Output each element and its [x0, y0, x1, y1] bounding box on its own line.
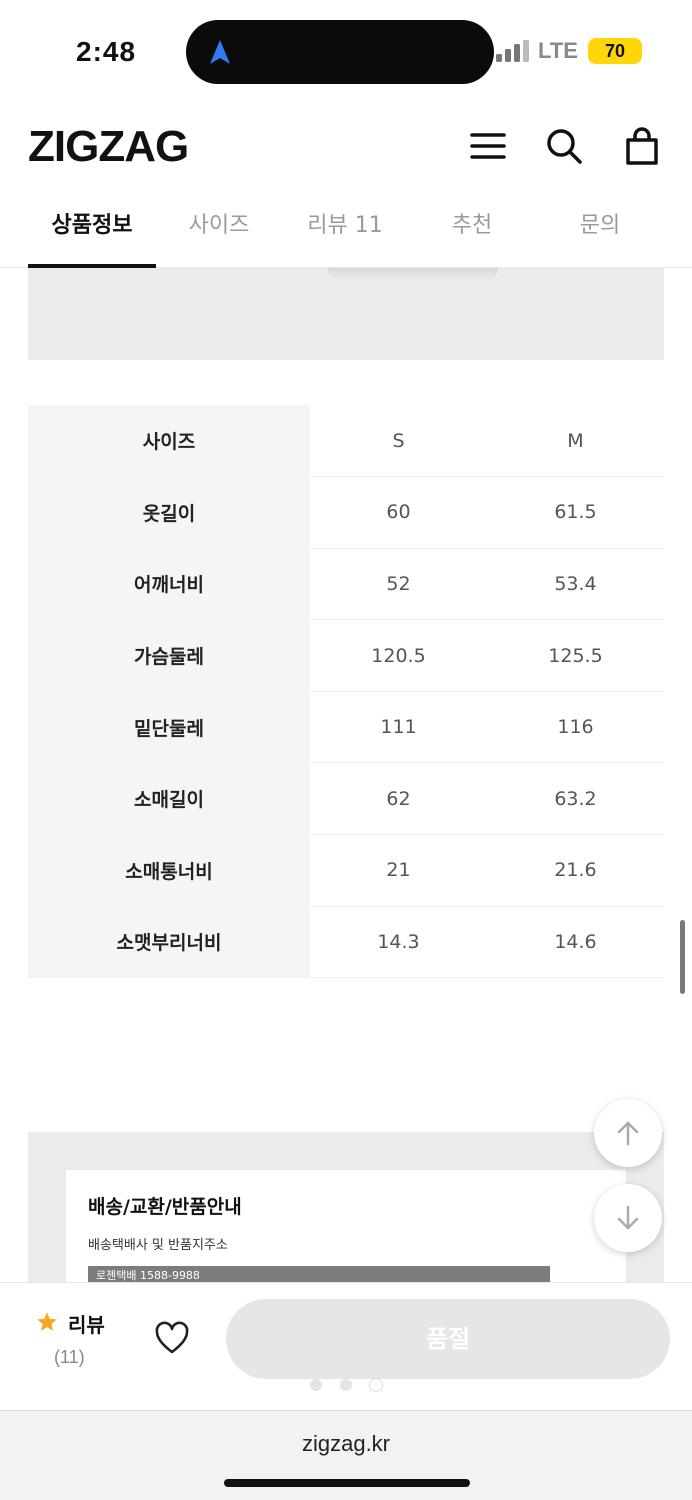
size-header-label: 사이즈	[28, 405, 310, 478]
size-cell-m: 53.4	[487, 548, 664, 621]
heart-icon[interactable]	[154, 1321, 190, 1357]
carrier-label: LTE	[538, 38, 578, 63]
scrollbar[interactable]	[680, 920, 685, 994]
size-cell-s: 111	[310, 691, 487, 764]
product-tabs: 상품정보 사이즈 리뷰 11 추천 문의	[0, 196, 692, 268]
scroll-top-button[interactable]	[594, 1099, 662, 1167]
table-row: 옷길이 60 61.5	[28, 476, 664, 549]
size-row-label: 소맷부리너비	[28, 906, 310, 979]
scroll-bottom-button[interactable]	[594, 1184, 662, 1252]
app-header: ZIGZAG	[0, 100, 692, 196]
size-cell-m: 63.2	[487, 762, 664, 836]
size-cell-s: 14.3	[310, 906, 487, 979]
tab-inquiry[interactable]: 문의	[536, 196, 664, 268]
page-dot	[340, 1379, 352, 1391]
delivery-info-section: 배송/교환/반품안내 배송택배사 및 반품지주소 로젠택배 1588-9988	[28, 1132, 664, 1284]
status-bar: 2:48 LTE 70	[0, 0, 692, 100]
size-row-label: 밑단둘레	[28, 691, 310, 764]
size-row-label: 소매통너비	[28, 834, 310, 907]
search-icon[interactable]	[544, 126, 584, 166]
soldout-button[interactable]: 품절	[226, 1299, 670, 1379]
size-cell-m: 14.6	[487, 906, 664, 979]
image-shadow	[328, 268, 498, 280]
signal-icon	[496, 40, 529, 62]
size-cell-s: 62	[310, 762, 487, 836]
star-icon	[37, 1312, 57, 1331]
size-cell-s: 52	[310, 548, 487, 621]
tab-recommend[interactable]: 추천	[408, 196, 536, 268]
size-row-label: 어깨너비	[28, 548, 310, 621]
location-arrow-icon	[210, 40, 230, 64]
table-row: 소맷부리너비 14.3 14.6	[28, 906, 664, 979]
table-row: 가슴둘레 120.5 125.5	[28, 619, 664, 692]
product-image	[28, 268, 664, 360]
size-cell-m: 125.5	[487, 619, 664, 692]
url-text[interactable]: zigzag.kr	[0, 1431, 692, 1457]
size-header-s: S	[310, 405, 487, 478]
page-dot	[310, 1379, 322, 1391]
size-cell-s: 21	[310, 834, 487, 907]
tab-size[interactable]: 사이즈	[156, 196, 282, 268]
table-row: 소매길이 62 63.2	[28, 762, 664, 836]
delivery-subtitle: 배송택배사 및 반품지주소	[88, 1238, 228, 1253]
size-cell-s: 60	[310, 476, 487, 549]
delivery-card: 배송/교환/반품안내 배송택배사 및 반품지주소 로젠택배 1588-9988	[66, 1170, 626, 1284]
size-cell-m: 21.6	[487, 834, 664, 907]
cart-icon[interactable]	[622, 126, 662, 166]
review-label[interactable]: 리뷰	[68, 1309, 105, 1338]
zigzag-logo[interactable]: ZIGZAG	[28, 122, 189, 172]
table-row: 밑단둘레 111 116	[28, 691, 664, 764]
home-indicator[interactable]	[224, 1479, 470, 1487]
size-cell-m: 116	[487, 691, 664, 764]
battery-icon: 70	[588, 38, 642, 64]
tab-product-info[interactable]: 상품정보	[28, 196, 156, 268]
size-header-m: M	[487, 405, 664, 478]
purchase-bar: 리뷰 (11) 품절	[0, 1282, 692, 1410]
size-row-label: 옷길이	[28, 476, 310, 549]
review-count[interactable]: (11)	[54, 1347, 85, 1368]
menu-icon[interactable]	[468, 126, 508, 166]
browser-url-bar[interactable]: zigzag.kr	[0, 1410, 692, 1500]
size-cell-s: 120.5	[310, 619, 487, 692]
size-cell-m: 61.5	[487, 476, 664, 549]
screen: 2:48 LTE 70 ZIGZAG 상품정보 사이즈 리뷰 11 추천 문의 …	[0, 0, 692, 1500]
status-time: 2:48	[76, 36, 137, 67]
delivery-title: 배송/교환/반품안내	[88, 1196, 242, 1218]
size-row-label: 소매길이	[28, 762, 310, 836]
size-row-label: 가슴둘레	[28, 619, 310, 692]
tab-review[interactable]: 리뷰 11	[282, 196, 408, 268]
table-row: 어깨너비 52 53.4	[28, 548, 664, 621]
table-header-row: 사이즈 S M	[28, 405, 664, 478]
table-row: 소매통너비 21 21.6	[28, 834, 664, 907]
page-dot-active	[370, 1379, 382, 1391]
size-table: 사이즈 S M 옷길이 60 61.5 어깨너비 52 53.4 가슴둘레 120.5 125.…	[28, 405, 664, 979]
arrow-up-icon	[617, 1121, 639, 1146]
arrow-down-icon	[617, 1205, 639, 1230]
page-dots	[310, 1379, 390, 1393]
